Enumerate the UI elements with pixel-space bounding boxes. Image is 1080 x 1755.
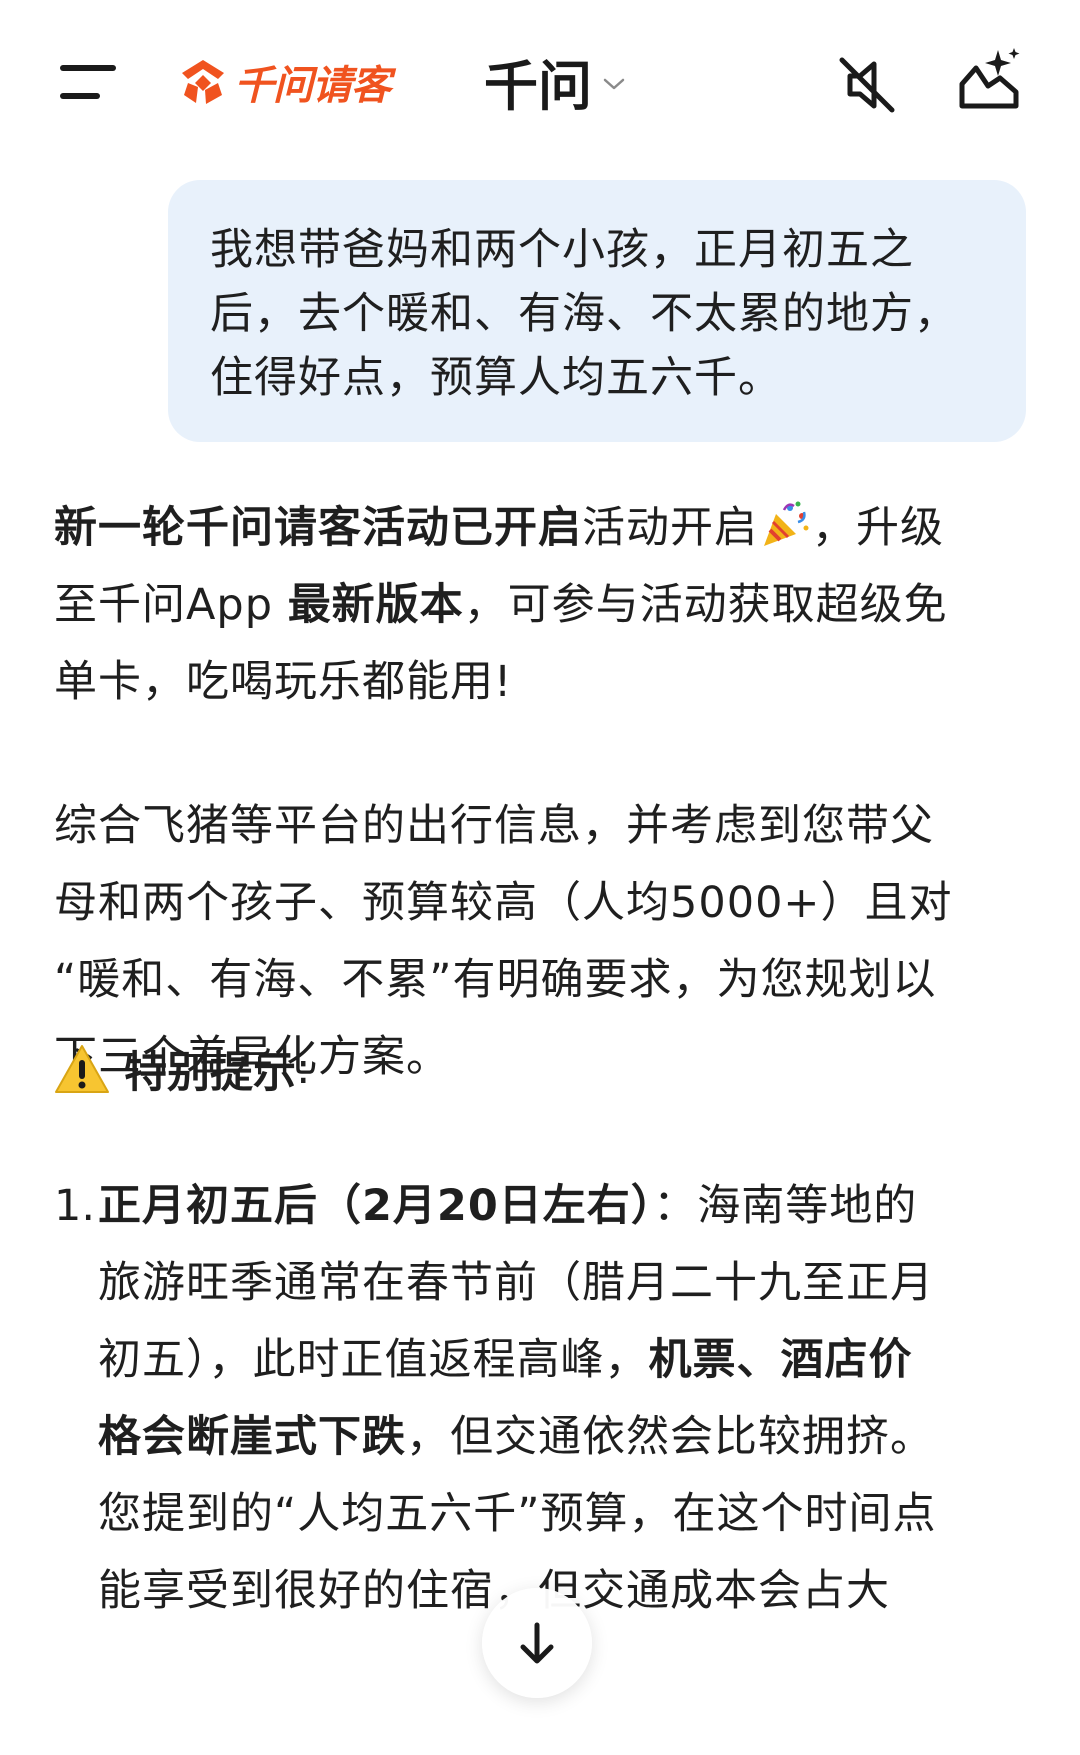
promo-text: 活动开启 [582,503,758,553]
intro-line: 综合飞猪等平台的出行信息，并考虑到您带父 [54,801,934,851]
list-item-bold: 格会断崖式下跌 [98,1412,406,1462]
brand-promo[interactable]: 千问请客 [178,50,391,114]
list-item-bold: 正月初五后（2月20日左右） [98,1181,654,1231]
chevron-down-icon [603,78,625,90]
promo-text: ，升级 [812,503,944,553]
special-tip-heading: 特别提示: [54,1038,311,1100]
menu-icon[interactable] [58,62,120,102]
user-message-line: 我想带爸妈和两个小孩，正月初五之 [210,225,914,275]
list-item-text: ，但交通依然会比较拥挤。 [406,1412,934,1462]
model-selector[interactable]: 千问 [484,46,626,118]
promo-text: 单卡，吃喝玩乐都能用! [54,657,513,707]
list-item-text: 您提到的“人均五六千”预算，在这个时间点 [98,1489,937,1539]
list-item-text: 旅游旺季通常在春节前（腊月二十九至正月 [98,1258,934,1308]
tip-title: 特别提示 [124,1048,296,1098]
user-message-line: 后，去个暖和、有海、不太累的地方， [210,289,958,339]
list-item-text: ：海南等地的 [653,1181,918,1231]
user-message-bubble: 我想带爸妈和两个小孩，正月初五之 后，去个暖和、有海、不太累的地方， 住得好点，… [168,180,1026,442]
new-chat-sparkle-icon[interactable] [954,46,1024,116]
intro-line: “暖和、有海、不累”有明确要求，为您规划以 [54,955,937,1005]
list-number: 1. [54,1181,96,1231]
speaker-muted-icon[interactable] [836,54,898,116]
promo-text: 至千问App [54,580,288,630]
promo-bold: 最新版本 [287,580,464,630]
model-name: 千问 [484,54,592,118]
tip-colon: : [296,1044,311,1094]
scroll-to-bottom-button[interactable] [482,1588,592,1698]
promo-bold: 新一轮千问请客活动已开启 [54,503,582,553]
intro-line: 母和两个孩子、预算较高（人均5000+）且对 [54,878,953,928]
party-popper-icon [764,501,809,546]
promo-paragraph: 新一轮千问请客活动已开启活动开启 ，升级 至千问App 最新版本，可参与活动获取… [54,490,948,721]
user-message-line: 住得好点，预算人均五六千。 [210,353,782,403]
list-item-bold: 机票、酒店价 [648,1335,913,1385]
brand-text: 千问请客 [234,63,391,109]
promo-text: ，可参与活动获取超级免 [463,580,948,630]
warning-icon [55,1045,109,1093]
list-item-text: 初五），此时正值返程高峰， [98,1335,649,1385]
top-bar: 千问请客 千问 [0,0,1080,160]
qianwen-logo-icon [182,60,224,104]
arrow-down-icon [520,1622,554,1664]
